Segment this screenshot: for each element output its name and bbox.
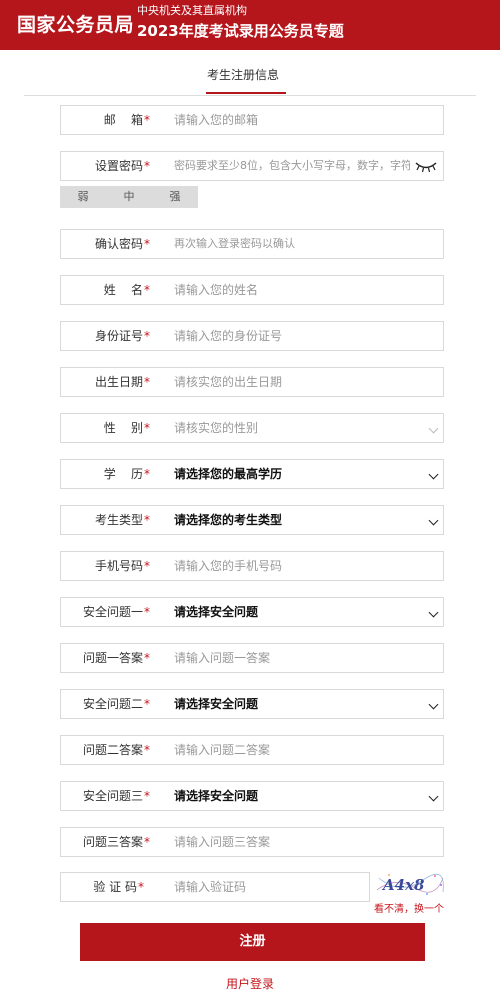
chevron-down-icon <box>428 791 439 802</box>
header-subtitle: 中央机关及其直属机构 <box>137 4 247 17</box>
idcard-field[interactable]: 身份证号 * 请输入您的身份证号 <box>60 321 444 351</box>
candidate-type-value[interactable]: 请选择您的考生类型 <box>174 506 282 534</box>
required-mark: * <box>144 605 150 619</box>
required-mark: * <box>144 513 150 527</box>
required-mark: * <box>138 880 144 894</box>
strength-medium: 中 <box>123 190 135 203</box>
required-mark: * <box>144 421 150 435</box>
required-mark: * <box>144 113 150 127</box>
svg-text:A4x8: A4x8 <box>381 876 425 894</box>
idcard-input[interactable]: 请输入您的身份证号 <box>174 322 282 350</box>
tab-bar: 考生注册信息 <box>0 50 500 96</box>
birthdate-label: 出生日期 * <box>61 368 173 396</box>
phone-field[interactable]: 手机号码 * 请输入您的手机号码 <box>60 551 444 581</box>
eye-closed-icon[interactable] <box>415 160 437 172</box>
chevron-down-icon <box>428 469 439 480</box>
required-mark: * <box>144 329 150 343</box>
security-question-3-label: 安全问题三 * <box>61 782 173 810</box>
security-question-3-select[interactable]: 安全问题三 * 请选择安全问题 <box>60 781 444 811</box>
brand-logo-text: 国家公务员局 <box>17 14 135 36</box>
required-mark: * <box>144 559 150 573</box>
captcha-label: 验 证 码 * <box>61 873 173 901</box>
password-label: 设置密码 * <box>61 152 173 180</box>
email-field[interactable]: 邮 箱 * 请输入您的邮箱 <box>60 105 444 135</box>
security-question-1-select[interactable]: 安全问题一 * 请选择安全问题 <box>60 597 444 627</box>
password-input[interactable]: 密码要求至少8位，包含大小写字母，数字，字符 <box>174 152 410 180</box>
phone-label: 手机号码 * <box>61 552 173 580</box>
security-question-2-label: 安全问题二 * <box>61 690 173 718</box>
chevron-down-icon <box>428 515 439 526</box>
required-mark: * <box>144 743 150 757</box>
birthdate-input[interactable]: 请核实您的出生日期 <box>174 368 282 396</box>
answer-2-label: 问题二答案 * <box>61 736 173 764</box>
divider <box>24 95 476 96</box>
security-question-1-value[interactable]: 请选择安全问题 <box>174 598 258 626</box>
required-mark: * <box>144 651 150 665</box>
answer-1-field[interactable]: 问题一答案 * 请输入问题一答案 <box>60 643 444 673</box>
strength-weak: 弱 <box>77 190 89 203</box>
register-button[interactable]: 注册 <box>80 923 425 961</box>
required-mark: * <box>144 159 150 173</box>
name-field[interactable]: 姓 名 * 请输入您的姓名 <box>60 275 444 305</box>
chevron-down-icon <box>428 699 439 710</box>
security-question-1-label: 安全问题一 * <box>61 598 173 626</box>
answer-1-input[interactable]: 请输入问题一答案 <box>174 644 270 672</box>
email-input[interactable]: 请输入您的邮箱 <box>174 106 258 134</box>
gender-select[interactable]: 性 别 * 请核实您的性别 <box>60 413 444 443</box>
birthdate-field[interactable]: 出生日期 * 请核实您的出生日期 <box>60 367 444 397</box>
required-mark: * <box>144 283 150 297</box>
answer-3-input[interactable]: 请输入问题三答案 <box>174 828 270 856</box>
security-question-2-select[interactable]: 安全问题二 * 请选择安全问题 <box>60 689 444 719</box>
education-value[interactable]: 请选择您的最高学历 <box>174 460 282 488</box>
answer-1-label: 问题一答案 * <box>61 644 173 672</box>
confirm-password-label: 确认密码 * <box>61 230 173 258</box>
answer-3-field[interactable]: 问题三答案 * 请输入问题三答案 <box>60 827 444 857</box>
confirm-password-input[interactable]: 再次输入登录密码以确认 <box>174 230 295 258</box>
confirm-password-field[interactable]: 确认密码 * 再次输入登录密码以确认 <box>60 229 444 259</box>
header-banner: 国家公务员局 中央机关及其直属机构 2023年度考试录用公务员专题 <box>0 0 500 50</box>
captcha-field[interactable]: 验 证 码 * 请输入验证码 <box>60 872 370 902</box>
password-field[interactable]: 设置密码 * 密码要求至少8位，包含大小写字母，数字，字符 <box>60 151 444 181</box>
name-label: 姓 名 * <box>61 276 173 304</box>
answer-3-label: 问题三答案 * <box>61 828 173 856</box>
tab-active-indicator <box>206 92 286 94</box>
answer-2-field[interactable]: 问题二答案 * 请输入问题二答案 <box>60 735 444 765</box>
page-title: 2023年度考试录用公务员专题 <box>137 22 344 40</box>
captcha-refresh-link[interactable]: 看不清，换一个 <box>374 900 444 915</box>
required-mark: * <box>144 375 150 389</box>
captcha-image[interactable]: A4x8 <box>375 870 445 898</box>
candidate-type-select[interactable]: 考生类型 * 请选择您的考生类型 <box>60 505 444 535</box>
required-mark: * <box>144 467 150 481</box>
phone-input[interactable]: 请输入您的手机号码 <box>174 552 282 580</box>
security-question-2-value[interactable]: 请选择安全问题 <box>174 690 258 718</box>
required-mark: * <box>144 835 150 849</box>
education-label: 学 历 * <box>61 460 173 488</box>
gender-value[interactable]: 请核实您的性别 <box>174 414 258 442</box>
gender-label: 性 别 * <box>61 414 173 442</box>
name-input[interactable]: 请输入您的姓名 <box>174 276 258 304</box>
password-strength-meter: 弱 中 强 <box>60 186 198 208</box>
user-login-link[interactable]: 用户登录 <box>0 975 500 992</box>
chevron-down-icon <box>428 607 439 618</box>
email-label: 邮 箱 * <box>61 106 173 134</box>
chevron-down-icon <box>428 423 439 434</box>
idcard-label: 身份证号 * <box>61 322 173 350</box>
answer-2-input[interactable]: 请输入问题二答案 <box>174 736 270 764</box>
captcha-input[interactable]: 请输入验证码 <box>174 873 246 901</box>
education-select[interactable]: 学 历 * 请选择您的最高学历 <box>60 459 444 489</box>
required-mark: * <box>144 789 150 803</box>
required-mark: * <box>144 697 150 711</box>
required-mark: * <box>144 237 150 251</box>
strength-strong: 强 <box>169 190 181 203</box>
candidate-type-label: 考生类型 * <box>61 506 173 534</box>
security-question-3-value[interactable]: 请选择安全问题 <box>174 782 258 810</box>
